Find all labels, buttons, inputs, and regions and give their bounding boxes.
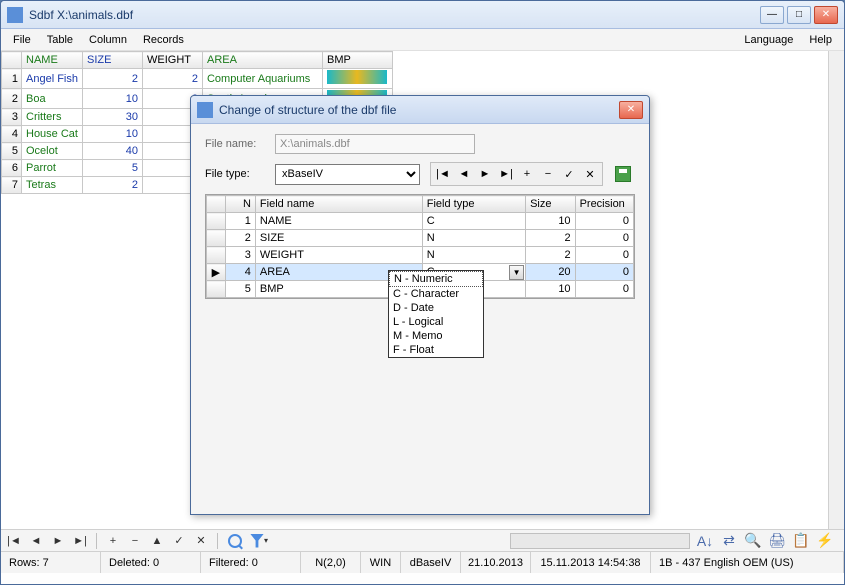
filename-input	[275, 134, 475, 154]
col-header-bmp[interactable]: BMP	[322, 52, 392, 69]
dialog-close-button[interactable]: ✕	[619, 101, 643, 119]
bmp-thumbnail	[327, 70, 387, 84]
status-codepage: 1B - 437 English OEM (US)	[651, 552, 844, 573]
window-title: Sdbf X:\animals.dbf	[29, 8, 760, 22]
menu-column[interactable]: Column	[81, 31, 135, 49]
main-titlebar: Sdbf X:\animals.dbf — □ ✕	[1, 1, 844, 29]
app-icon	[7, 7, 23, 23]
nav-next-button[interactable]: ►	[49, 533, 67, 549]
struct-row[interactable]: 1 NAME C 10 0	[207, 213, 634, 230]
fieldtype-dropdown[interactable]: N - Numeric C - Character D - Date L - L…	[388, 270, 484, 358]
status-rows: Rows: 7	[1, 552, 101, 573]
row-marker-icon: ▶	[207, 264, 226, 281]
nav-delete-button[interactable]: −	[126, 533, 144, 549]
dialog-nav-toolbar: |◄ ◄ ► ►| + − ✓ ✕	[430, 162, 603, 186]
struct-header-n[interactable]: N	[225, 196, 255, 213]
status-coltype: N(2,0)	[301, 552, 361, 573]
nav-add-button[interactable]: +	[104, 533, 122, 549]
dropdown-option[interactable]: C - Character	[389, 287, 483, 301]
dialog-icon	[197, 102, 213, 118]
statusbar: Rows: 7 Deleted: 0 Filtered: 0 N(2,0) WI…	[1, 551, 844, 573]
col-header-name[interactable]: NAME	[22, 52, 83, 69]
filter-button[interactable]: ▾	[249, 532, 269, 550]
status-platform: WIN	[361, 552, 401, 573]
col-header-size[interactable]: SIZE	[82, 52, 142, 69]
columns-button[interactable]: ⇄	[718, 531, 740, 551]
status-date2: 15.11.2013 14:54:38	[531, 552, 651, 573]
dlg-last-button[interactable]: ►|	[496, 165, 516, 183]
struct-header-size[interactable]: Size	[526, 196, 576, 213]
table-row[interactable]: 1 Angel Fish 2 2 Computer Aquariums	[2, 69, 393, 89]
nav-prev-button[interactable]: ◄	[27, 533, 45, 549]
dropdown-button[interactable]: ▼	[509, 265, 524, 280]
save-icon	[615, 166, 631, 182]
menu-table[interactable]: Table	[39, 31, 81, 49]
dlg-add-button[interactable]: +	[517, 165, 537, 183]
vertical-scrollbar[interactable]	[828, 51, 844, 529]
dropdown-option[interactable]: N - Numeric	[389, 271, 483, 287]
filename-label: File name:	[205, 138, 265, 150]
menubar: File Table Column Records Language Help	[1, 29, 844, 51]
status-deleted: Deleted: 0	[101, 552, 201, 573]
search-icon	[228, 534, 242, 548]
nav-last-button[interactable]: ►|	[71, 533, 89, 549]
status-filtered: Filtered: 0	[201, 552, 301, 573]
struct-header-fieldtype[interactable]: Field type	[422, 196, 525, 213]
struct-row[interactable]: 3 WEIGHT N 2 0	[207, 247, 634, 264]
print-button[interactable]: 🖨	[766, 531, 788, 551]
dropdown-option[interactable]: M - Memo	[389, 329, 483, 343]
filter-icon	[250, 534, 264, 548]
dropdown-option[interactable]: L - Logical	[389, 315, 483, 329]
close-button[interactable]: ✕	[814, 6, 838, 24]
nav-commit-button[interactable]: ✓	[170, 533, 188, 549]
filetype-label: File type:	[205, 168, 265, 180]
struct-header-fieldname[interactable]: Field name	[255, 196, 422, 213]
minimize-button[interactable]: —	[760, 6, 784, 24]
dlg-commit-button[interactable]: ✓	[559, 165, 579, 183]
dlg-delete-button[interactable]: −	[538, 165, 558, 183]
dropdown-option[interactable]: F - Float	[389, 343, 483, 357]
dropdown-option[interactable]: D - Date	[389, 301, 483, 315]
nav-first-button[interactable]: |◄	[5, 533, 23, 549]
dlg-prev-button[interactable]: ◄	[454, 165, 474, 183]
struct-row[interactable]: 2 SIZE N 2 0	[207, 230, 634, 247]
menu-file[interactable]: File	[5, 31, 39, 49]
dlg-cancel-button[interactable]: ✕	[580, 165, 600, 183]
filetype-select[interactable]: xBaseIV	[275, 164, 420, 185]
menu-language[interactable]: Language	[736, 31, 801, 49]
struct-header-precision[interactable]: Precision	[575, 196, 633, 213]
zoom-button[interactable]: 🔍	[742, 531, 764, 551]
maximize-button[interactable]: □	[787, 6, 811, 24]
dlg-first-button[interactable]: |◄	[433, 165, 453, 183]
status-date1: 21.10.2013	[461, 552, 531, 573]
col-header-weight[interactable]: WEIGHT	[142, 52, 202, 69]
sort-asc-button[interactable]: A↓	[694, 531, 716, 551]
export-button[interactable]: 📋	[790, 531, 812, 551]
dialog-title: Change of structure of the dbf file	[219, 103, 619, 117]
menu-help[interactable]: Help	[801, 31, 840, 49]
dlg-next-button[interactable]: ►	[475, 165, 495, 183]
search-button[interactable]	[225, 532, 245, 550]
dialog-titlebar[interactable]: Change of structure of the dbf file ✕	[191, 96, 649, 124]
status-dbver: dBaseIV	[401, 552, 461, 573]
nav-edit-button[interactable]: ▲	[148, 533, 166, 549]
dlg-save-button[interactable]	[613, 165, 633, 183]
horizontal-scrollbar[interactable]	[510, 533, 690, 549]
menu-records[interactable]: Records	[135, 31, 192, 49]
navigation-toolbar: |◄ ◄ ► ►| + − ▲ ✓ ✕ ▾ A↓ ⇄ 🔍 🖨 📋 ⚡	[1, 529, 844, 551]
col-header-area[interactable]: AREA	[202, 52, 322, 69]
execute-button[interactable]: ⚡	[814, 531, 836, 551]
nav-cancel-button[interactable]: ✕	[192, 533, 210, 549]
